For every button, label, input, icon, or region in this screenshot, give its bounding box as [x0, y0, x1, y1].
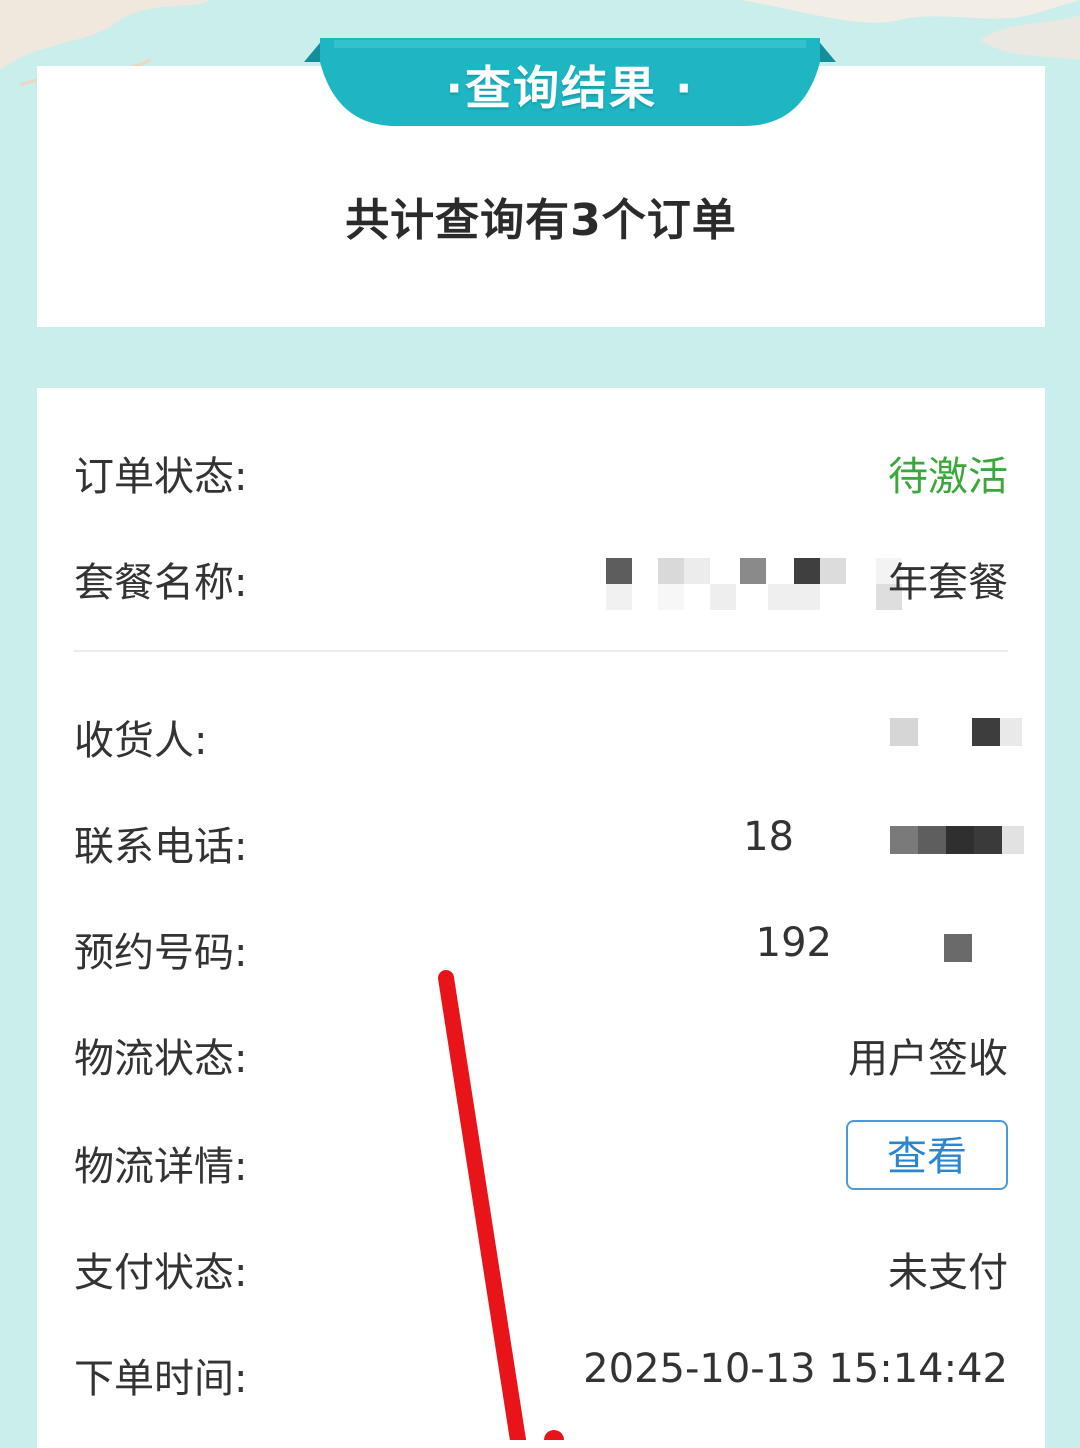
redacted-mosaic	[568, 556, 902, 620]
order-time-row: 下单时间: 2025-10-13 15:14:42	[74, 1342, 1008, 1402]
logistics-detail-label: 物流详情:	[74, 1144, 248, 1190]
receiver-label: 收货人:	[74, 718, 208, 764]
phone-value: 18	[743, 814, 794, 860]
redacted-mosaic	[890, 824, 1030, 860]
logistics-detail-row: 物流详情: 查看	[74, 1120, 1008, 1190]
logistics-status-label: 物流状态:	[74, 1036, 248, 1082]
reservation-number-value: 192	[755, 920, 832, 966]
order-status-value: 待激活	[888, 454, 1008, 500]
reservation-number-row: 预约号码: 192	[74, 916, 1008, 976]
package-name-row: 套餐名称: 年套餐	[74, 546, 1008, 610]
payment-status-label: 支付状态:	[74, 1250, 248, 1296]
phone-label: 联系电话:	[74, 824, 248, 870]
redacted-mosaic	[944, 934, 974, 964]
logistics-status-value: 用户签收	[848, 1036, 1008, 1082]
section-divider	[74, 650, 1008, 652]
order-status-label: 订单状态:	[74, 454, 248, 500]
logistics-status-row: 物流状态: 用户签收	[74, 1022, 1008, 1082]
order-time-value: 2025-10-13 15:14:42	[583, 1346, 1008, 1392]
order-count-summary: 共计查询有3个订单	[345, 195, 737, 246]
order-status-row: 订单状态: 待激活	[74, 440, 1008, 500]
view-logistics-button[interactable]: 查看	[846, 1120, 1008, 1190]
order-card: 订单状态: 待激活 套餐名称: 年套餐 收货人: 联系电话: 18 预约号码: …	[37, 388, 1045, 1448]
receiver-row: 收货人:	[74, 704, 1022, 764]
phone-row: 联系电话: 18	[74, 810, 1024, 870]
banner-title: ·查询结果 ·	[445, 61, 695, 115]
payment-status-value: 未支付	[888, 1250, 1008, 1296]
redacted-mosaic	[890, 716, 1030, 752]
package-name-label: 套餐名称:	[74, 560, 248, 606]
order-time-label: 下单时间:	[74, 1356, 248, 1402]
package-name-value: 年套餐	[888, 560, 1008, 606]
payment-status-row: 支付状态: 未支付	[74, 1236, 1008, 1296]
reservation-number-label: 预约号码:	[74, 930, 248, 976]
